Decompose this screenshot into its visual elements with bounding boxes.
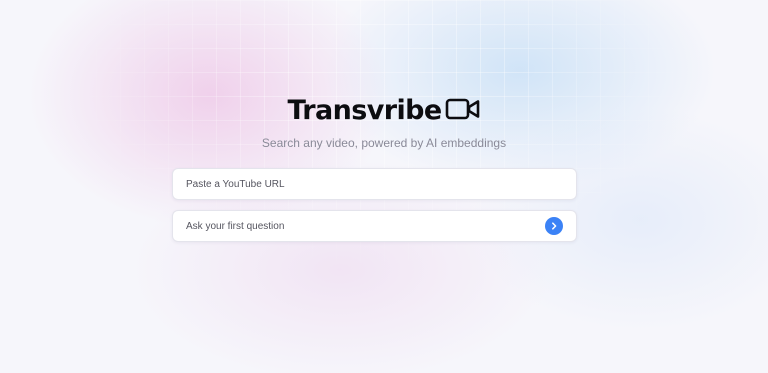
tagline: Search any video, powered by AI embeddin… <box>261 136 507 150</box>
submit-button[interactable] <box>545 217 563 235</box>
question-input[interactable] <box>173 211 545 241</box>
chevron-right-icon <box>552 222 557 230</box>
landing-page: Transvribe Search any video, powered by … <box>0 0 768 373</box>
brand-name: Transvribe <box>287 95 442 126</box>
brand-logo: Transvribe <box>0 93 768 129</box>
question-field[interactable] <box>172 210 577 242</box>
youtube-url-input[interactable] <box>173 169 576 199</box>
video-camera-icon <box>445 97 481 121</box>
youtube-url-field[interactable] <box>172 168 577 200</box>
